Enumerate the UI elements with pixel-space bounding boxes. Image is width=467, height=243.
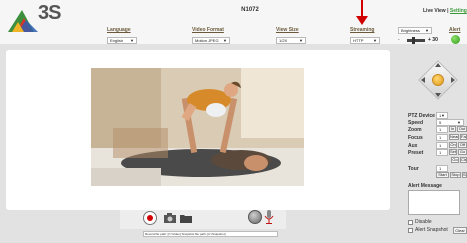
ptz-tour-select[interactable]: 1 bbox=[436, 165, 448, 172]
chevron-down-icon: ▼ bbox=[223, 38, 227, 43]
chevron-down-icon: ▼ bbox=[441, 113, 445, 118]
ptz-left-icon[interactable] bbox=[421, 77, 425, 83]
video-format-value: Motion JPEG bbox=[195, 38, 219, 43]
ptz-focus-select[interactable]: 1 bbox=[436, 134, 448, 141]
volume-slider-handle[interactable] bbox=[412, 37, 415, 44]
alert-message-box bbox=[408, 190, 460, 215]
setting-link[interactable]: Setting bbox=[450, 8, 467, 14]
logo-text: 3S bbox=[38, 2, 61, 24]
annotation-arrow-icon bbox=[356, 0, 368, 26]
preset-go-button-2[interactable]: Go bbox=[451, 157, 459, 163]
arrow-shaft bbox=[361, 0, 363, 17]
zoom-in-button[interactable]: In bbox=[449, 126, 456, 132]
view-size-value: 1/2X bbox=[279, 38, 288, 43]
streaming-select[interactable]: HTTP ▼ bbox=[350, 37, 380, 44]
alert-label: Alert bbox=[449, 27, 461, 33]
video-format-select[interactable]: Motion JPEG ▼ bbox=[192, 37, 230, 44]
streaming-label: Streaming bbox=[350, 27, 375, 33]
ptz-home-button[interactable] bbox=[432, 74, 444, 86]
volume-slider[interactable] bbox=[407, 39, 425, 42]
chevron-down-icon: ▼ bbox=[425, 28, 429, 33]
image-adjust-select[interactable]: Brightness ▼ bbox=[398, 27, 432, 34]
ptz-preset-select[interactable]: 1 bbox=[436, 149, 448, 156]
language-value: English bbox=[110, 38, 124, 43]
disable-label: Disable bbox=[415, 219, 432, 225]
ptz-right-icon[interactable] bbox=[451, 77, 455, 83]
ptz-preset-value: 1 bbox=[439, 150, 442, 155]
nav-links: Live View | Setting bbox=[423, 8, 467, 14]
alert-status-icon bbox=[451, 35, 460, 44]
ptz-device-label: PTZ Device bbox=[408, 113, 435, 119]
ptz-speed-value: 5 bbox=[439, 120, 442, 125]
tour-stop-button[interactable]: Stop bbox=[450, 172, 461, 178]
preset-clear-button[interactable]: Clear bbox=[460, 157, 467, 163]
view-size-label: View Size bbox=[276, 27, 299, 33]
volume-value: + 30 bbox=[428, 37, 438, 43]
ptz-up-icon[interactable] bbox=[435, 63, 441, 67]
chevron-down-icon: ▼ bbox=[373, 38, 377, 43]
folder-icon[interactable] bbox=[180, 213, 192, 223]
ptz-focus-label: Focus bbox=[408, 135, 423, 141]
ptz-tour-value: 1 bbox=[439, 166, 442, 171]
image-adjust-value: Brightness bbox=[401, 28, 420, 33]
chevron-down-icon: ▼ bbox=[457, 120, 461, 125]
volume-minus[interactable]: - bbox=[398, 37, 400, 43]
arrow-head bbox=[356, 16, 368, 25]
ptz-speed-select[interactable]: 5 ▼ bbox=[436, 119, 464, 126]
ptz-aux-value: 1 bbox=[439, 143, 442, 148]
video-feed-image[interactable] bbox=[91, 68, 304, 186]
ptz-zoom-select[interactable]: 1 bbox=[436, 126, 448, 133]
chevron-down-icon: ▼ bbox=[130, 38, 134, 43]
streaming-value: HTTP bbox=[353, 38, 364, 43]
aux-on-button[interactable]: On bbox=[449, 142, 457, 148]
view-size-select[interactable]: 1/2X ▼ bbox=[276, 37, 306, 44]
tour-start-button[interactable]: Start bbox=[436, 172, 449, 178]
focus-near-button[interactable]: Near bbox=[449, 134, 459, 140]
video-format-label: Video Format bbox=[192, 27, 224, 33]
ptz-down-icon[interactable] bbox=[435, 93, 441, 97]
preset-set-button[interactable]: Set bbox=[449, 149, 457, 155]
zoom-out-button[interactable]: Out bbox=[457, 126, 467, 132]
page-title: N1072 bbox=[241, 7, 259, 13]
disable-checkbox[interactable] bbox=[408, 220, 413, 225]
header-bar: 3S N1072 Live View | Setting bbox=[0, 0, 467, 44]
ptz-aux-select[interactable]: 1 bbox=[436, 142, 448, 149]
ptz-preset-label: Preset bbox=[408, 150, 424, 156]
ptz-speed-label: Speed bbox=[408, 120, 424, 126]
language-label: Language bbox=[107, 27, 131, 33]
camera-icon[interactable] bbox=[163, 213, 177, 223]
ptz-aux-label: Aux bbox=[408, 143, 418, 149]
aux-off-button[interactable]: Off bbox=[458, 142, 467, 148]
alert-snapshot-label: Alert Snapshot bbox=[415, 227, 448, 233]
record-icon bbox=[147, 215, 153, 221]
clear-button[interactable]: Clear bbox=[453, 227, 467, 234]
preset-go-button[interactable]: Go bbox=[458, 149, 467, 155]
family-photo-icon bbox=[91, 68, 304, 186]
file-path-display: Record file path: [C:\Video] Snapshot fi… bbox=[143, 231, 278, 237]
microphone-icon[interactable] bbox=[264, 210, 274, 224]
ptz-tour-label: Tour bbox=[408, 166, 419, 172]
live-view-link[interactable]: Live View bbox=[423, 8, 446, 14]
ptz-zoom-value: 1 bbox=[439, 127, 442, 132]
language-select[interactable]: English ▼ bbox=[107, 37, 137, 44]
ptz-focus-value: 1 bbox=[439, 135, 442, 140]
nav-separator: | bbox=[447, 8, 449, 14]
focus-far-button[interactable]: Far bbox=[460, 134, 467, 140]
tour-set-button[interactable]: Set bbox=[462, 172, 467, 178]
alert-snapshot-checkbox[interactable] bbox=[408, 228, 413, 233]
alert-message-label: Alert Message bbox=[408, 183, 442, 189]
record-button[interactable] bbox=[143, 211, 157, 225]
chevron-down-icon: ▼ bbox=[299, 38, 303, 43]
ptz-device-select[interactable]: 1 ▼ bbox=[436, 112, 448, 119]
speaker-icon[interactable] bbox=[248, 210, 262, 224]
ptz-zoom-label: Zoom bbox=[408, 127, 422, 133]
